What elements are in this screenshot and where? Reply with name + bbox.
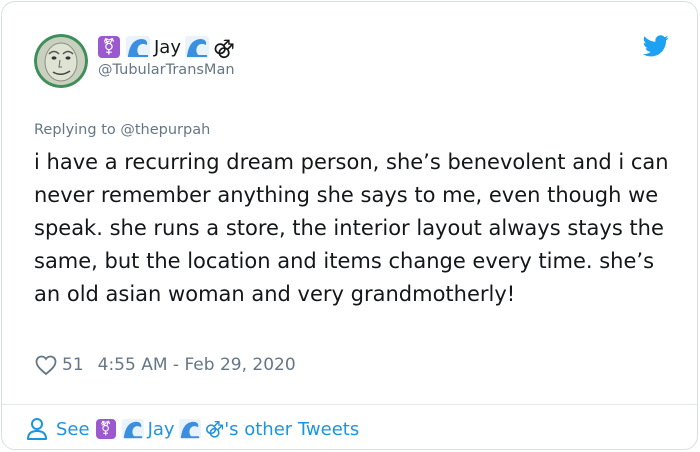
author-handle[interactable]: @TubularTransMan [98,62,235,78]
heart-icon[interactable] [34,353,58,377]
wave-emoji-icon [185,36,209,58]
wave-emoji-icon [126,36,150,58]
reply-target-link[interactable]: @thepurpah [120,122,210,138]
twitter-bird-icon[interactable] [643,35,669,57]
wave-emoji-icon [121,419,144,439]
male-symbol-emoji: ⚣ [204,418,225,439]
like-count[interactable]: 51 [62,355,84,375]
avatar-image [34,34,88,88]
other-tweets-suffix: 's other Tweets [224,418,360,440]
tweet-meta: 51 4:55 AM - Feb 29, 2020 [34,352,296,378]
author-display-name: Jay [154,36,181,58]
tweet-timestamp[interactable]: 4:55 AM - Feb 29, 2020 [98,355,296,375]
reply-prefix: Replying to [34,122,116,138]
transgender-symbol-emoji: ⚧ [98,36,120,58]
author-avatar[interactable] [34,34,88,88]
person-icon [27,418,47,440]
tweet-text: i have a recurring dream person, she’s b… [34,150,669,306]
footer-divider [2,404,697,405]
reply-context: Replying to @thepurpah [34,122,210,138]
transgender-symbol-emoji: ⚧ [95,419,116,439]
wave-emoji-icon [178,419,201,439]
tweet-card[interactable]: ⚧ Jay ⚣ @TubularTransMan Replying to @th… [1,1,698,450]
see-label: See [56,418,90,440]
footer-display-name: Jay [147,418,175,440]
male-symbol-emoji: ⚣ [213,35,235,59]
author-name-row[interactable]: ⚧ Jay ⚣ [98,34,235,60]
see-other-tweets-link[interactable]: See ⚧ Jay ⚣ 's other Tweets [26,415,359,443]
